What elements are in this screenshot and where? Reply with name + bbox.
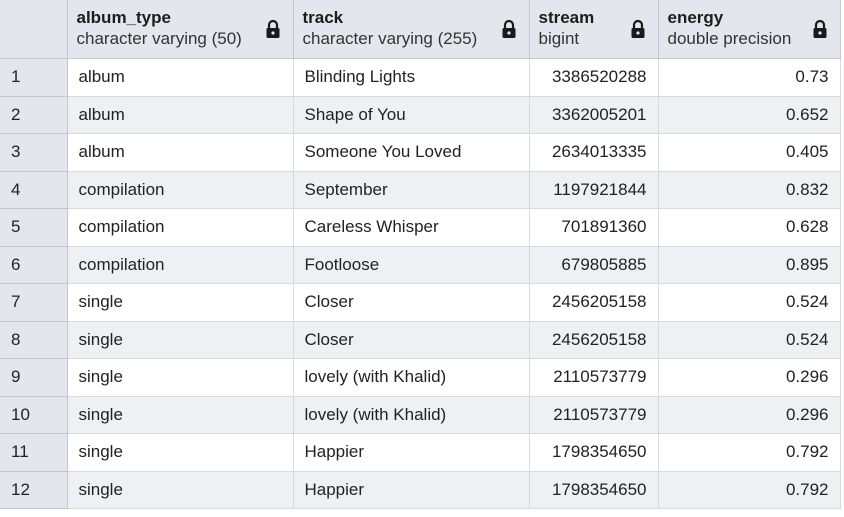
table-row: 1 album Blinding Lights 3386520288 0.73 <box>0 58 841 97</box>
column-type: bigint <box>538 29 580 49</box>
table-row: 4 compilation September 1197921844 0.832 <box>0 171 841 209</box>
table-row: 2 album Shape of You 3362005201 0.652 <box>0 96 841 134</box>
cell-track[interactable]: Happier <box>293 433 530 472</box>
cell-stream[interactable]: 2456205158 <box>529 283 659 322</box>
column-name: energy <box>667 8 724 27</box>
column-header-stream[interactable]: stream bigint <box>529 0 659 59</box>
cell-energy[interactable]: 0.73 <box>658 58 841 97</box>
row-number[interactable]: 4 <box>0 171 68 209</box>
cell-album-type[interactable]: single <box>67 471 294 509</box>
column-name: stream <box>538 8 595 27</box>
lock-icon <box>502 19 515 38</box>
column-type: character varying (255) <box>302 29 478 49</box>
cell-stream[interactable]: 2110573779 <box>529 396 659 434</box>
row-number[interactable]: 9 <box>0 358 68 397</box>
cell-stream[interactable]: 1798354650 <box>529 433 659 472</box>
table-row: 6 compilation Footloose 679805885 0.895 <box>0 246 841 284</box>
select-all-corner[interactable] <box>0 0 68 59</box>
table-row: 11 single Happier 1798354650 0.792 <box>0 433 841 472</box>
row-number[interactable]: 3 <box>0 133 68 172</box>
cell-energy[interactable]: 0.524 <box>658 321 841 359</box>
cell-track[interactable]: lovely (with Khalid) <box>293 396 530 434</box>
query-result-grid: album_type character varying (50) track … <box>0 0 844 517</box>
cell-album-type[interactable]: compilation <box>67 171 294 209</box>
cell-track[interactable]: Footloose <box>293 246 530 284</box>
cell-album-type[interactable]: single <box>67 396 294 434</box>
column-type: double precision <box>667 29 792 49</box>
cell-track[interactable]: Careless Whisper <box>293 208 530 247</box>
cell-stream[interactable]: 1197921844 <box>529 171 659 209</box>
cell-stream[interactable]: 701891360 <box>529 208 659 247</box>
cell-stream[interactable]: 2634013335 <box>529 133 659 172</box>
cell-energy[interactable]: 0.792 <box>658 433 841 472</box>
cell-album-type[interactable]: compilation <box>67 246 294 284</box>
cell-track[interactable]: Happier <box>293 471 530 509</box>
lock-icon <box>813 19 826 38</box>
row-number[interactable]: 7 <box>0 283 68 322</box>
cell-album-type[interactable]: single <box>67 283 294 322</box>
column-name: track <box>302 8 344 27</box>
table-row: 5 compilation Careless Whisper 701891360… <box>0 208 841 247</box>
table-row: 7 single Closer 2456205158 0.524 <box>0 283 841 322</box>
table-row: 8 single Closer 2456205158 0.524 <box>0 321 841 359</box>
cell-stream[interactable]: 3362005201 <box>529 96 659 134</box>
row-number[interactable]: 5 <box>0 208 68 247</box>
row-number[interactable]: 8 <box>0 321 68 359</box>
row-number[interactable]: 10 <box>0 396 68 434</box>
cell-stream[interactable]: 3386520288 <box>529 58 659 97</box>
table-row: 10 single lovely (with Khalid) 211057377… <box>0 396 841 434</box>
table-row: 3 album Someone You Loved 2634013335 0.4… <box>0 133 841 172</box>
cell-album-type[interactable]: single <box>67 358 294 397</box>
cell-album-type[interactable]: album <box>67 133 294 172</box>
cell-stream[interactable]: 679805885 <box>529 246 659 284</box>
table-row: 9 single lovely (with Khalid) 2110573779… <box>0 358 841 397</box>
cell-stream[interactable]: 2110573779 <box>529 358 659 397</box>
cell-energy[interactable]: 0.296 <box>658 396 841 434</box>
cell-track[interactable]: Shape of You <box>293 96 530 134</box>
header-row: album_type character varying (50) track … <box>0 0 841 59</box>
cell-energy[interactable]: 0.895 <box>658 246 841 284</box>
table-row: 12 single Happier 1798354650 0.792 <box>0 471 841 509</box>
lock-icon <box>631 19 644 38</box>
result-table: album_type character varying (50) track … <box>0 0 841 509</box>
row-number[interactable]: 12 <box>0 471 68 509</box>
cell-energy[interactable]: 0.832 <box>658 171 841 209</box>
lock-icon <box>266 19 279 38</box>
cell-album-type[interactable]: single <box>67 321 294 359</box>
cell-album-type[interactable]: album <box>67 58 294 97</box>
cell-track[interactable]: lovely (with Khalid) <box>293 358 530 397</box>
row-number[interactable]: 6 <box>0 246 68 284</box>
cell-album-type[interactable]: single <box>67 433 294 472</box>
cell-stream[interactable]: 1798354650 <box>529 471 659 509</box>
cell-energy[interactable]: 0.405 <box>658 133 841 172</box>
cell-energy[interactable]: 0.524 <box>658 283 841 322</box>
cell-energy[interactable]: 0.652 <box>658 96 841 134</box>
cell-energy[interactable]: 0.628 <box>658 208 841 247</box>
cell-track[interactable]: Closer <box>293 283 530 322</box>
row-number[interactable]: 1 <box>0 58 68 97</box>
column-type: character varying (50) <box>76 29 242 49</box>
cell-track[interactable]: Blinding Lights <box>293 58 530 97</box>
cell-stream[interactable]: 2456205158 <box>529 321 659 359</box>
cell-track[interactable]: Closer <box>293 321 530 359</box>
column-header-track[interactable]: track character varying (255) <box>293 0 530 59</box>
column-name: album_type <box>76 8 171 27</box>
column-header-energy[interactable]: energy double precision <box>658 0 841 59</box>
cell-track[interactable]: September <box>293 171 530 209</box>
row-number[interactable]: 11 <box>0 433 68 472</box>
cell-energy[interactable]: 0.296 <box>658 358 841 397</box>
cell-track[interactable]: Someone You Loved <box>293 133 530 172</box>
cell-album-type[interactable]: compilation <box>67 208 294 247</box>
column-header-album-type[interactable]: album_type character varying (50) <box>67 0 294 59</box>
cell-album-type[interactable]: album <box>67 96 294 134</box>
result-rows: 1 album Blinding Lights 3386520288 0.73 … <box>0 58 841 509</box>
cell-energy[interactable]: 0.792 <box>658 471 841 509</box>
row-number[interactable]: 2 <box>0 96 68 134</box>
